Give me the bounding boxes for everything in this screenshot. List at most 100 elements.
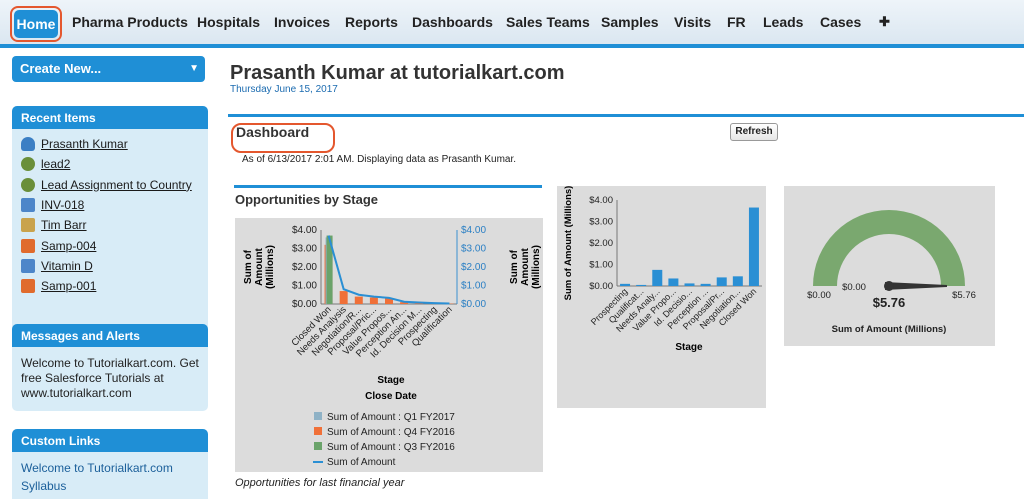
- y-tick-label: $1.00: [292, 281, 317, 292]
- lead-icon: [21, 177, 35, 192]
- tab-visits[interactable]: Visits: [674, 14, 711, 30]
- contact-icon: [21, 218, 35, 233]
- legend-label: Sum of Amount : Q1 FY2017: [327, 412, 455, 423]
- recent-item-link[interactable]: Samp-001: [41, 279, 96, 293]
- component-title: Opportunities by Stage: [235, 192, 379, 207]
- recent-items-title: Recent Items: [12, 106, 208, 129]
- chart-bar: [732, 276, 743, 286]
- y-tick-label: $4.00: [589, 195, 613, 206]
- chart-bar: [369, 297, 378, 304]
- stage-bar-chart[interactable]: $4.00 $3.00 $2.00 $1.00 $0.00 Sum of Amount (…: [557, 186, 766, 408]
- divider: [228, 114, 1024, 117]
- custom-links-title: Custom Links: [12, 429, 208, 452]
- product-icon: [21, 258, 35, 273]
- tab-sales-teams[interactable]: Sales Teams: [506, 14, 590, 30]
- recent-item-link[interactable]: Samp-004: [41, 239, 96, 253]
- y-axis-label: Amount: [254, 247, 265, 285]
- gauge-min-label: $0.00: [807, 290, 831, 301]
- legend-swatch: [314, 427, 322, 435]
- gauge-value: $5.76: [873, 295, 906, 310]
- opportunities-chart[interactable]: $4.00 $4.00 $3.00 $3.00 $2.00 $2.00 $1.00 $1.00…: [235, 218, 543, 472]
- x-axis-label: Stage: [377, 375, 405, 386]
- y2-tick-label: $0.00: [461, 299, 486, 310]
- legend-label: Sum of Amount: [327, 457, 396, 468]
- gauge-chart[interactable]: $0.00 $0.00 $5.76 $5.76 Sum of Amount (Milli…: [784, 186, 995, 346]
- tab-dashboards[interactable]: Dashboards: [412, 14, 493, 30]
- bar-chart: $4.00 $3.00 $2.00 $1.00 $0.00 Sum of Amount (…: [563, 186, 762, 353]
- sample-icon: [21, 279, 35, 294]
- tab-bar: Home Pharma Products Hospitals Invoices …: [0, 0, 1024, 48]
- recent-item-link[interactable]: Lead Assignment to Country: [41, 178, 192, 192]
- tab-cases[interactable]: Cases: [820, 14, 861, 30]
- person-icon: [21, 137, 35, 152]
- chart-bar: [652, 269, 663, 286]
- recent-item-link[interactable]: Prasanth Kumar: [41, 137, 128, 151]
- chart-bar: [354, 296, 363, 304]
- chart-bar: [339, 291, 348, 304]
- y-axis-label: Sum of Amount (Millions): [563, 186, 574, 300]
- highlight-ring: [231, 123, 335, 153]
- recent-item-link[interactable]: Vitamin D: [41, 259, 93, 273]
- y2-tick-label: $3.00: [461, 244, 486, 255]
- y-axis-label: Sum of: [243, 249, 254, 284]
- x-axis-label: Stage: [675, 342, 703, 353]
- y-tick-label: $0.00: [589, 281, 613, 292]
- tab-hospitals[interactable]: Hospitals: [197, 14, 260, 30]
- legend-label: Sum of Amount : Q3 FY2016: [327, 442, 455, 453]
- tab-home[interactable]: Home: [10, 6, 62, 42]
- messages-panel: Messages and Alerts Welcome to Tutorialk…: [12, 324, 208, 411]
- gauge-needle: [885, 282, 947, 290]
- gauge-max-label: $5.76: [952, 290, 976, 301]
- list-item: INV-018: [21, 195, 199, 215]
- recent-items-panel: Recent Items Prasanth Kumar lead2 Lead A…: [12, 106, 208, 350]
- lead-icon: [21, 157, 35, 172]
- refresh-button[interactable]: Refresh: [730, 123, 778, 141]
- tab-invoices[interactable]: Invoices: [274, 14, 330, 30]
- page-title: Prasanth Kumar at tutorialkart.com: [230, 62, 565, 84]
- combo-chart: $4.00 $4.00 $3.00 $3.00 $2.00 $2.00 $1.00 $1.00…: [243, 225, 542, 468]
- chart-bar: [620, 283, 631, 286]
- create-new-label: Create New...: [20, 61, 102, 76]
- list-item: lead2: [21, 154, 199, 174]
- tab-pharma-products[interactable]: Pharma Products: [72, 14, 188, 30]
- y2-axis-label: (Millions): [531, 245, 542, 289]
- tab-leads[interactable]: Leads: [763, 14, 803, 30]
- legend-swatch: [314, 442, 322, 450]
- chart-bar: [748, 207, 759, 286]
- gauge-hub: [884, 281, 894, 291]
- sidebar: Create New... ▼ Recent Items Prasanth Ku…: [0, 48, 218, 499]
- gauge-needle-label: $0.00: [842, 282, 866, 293]
- y-tick-label: $4.00: [292, 225, 317, 236]
- x-axis-label-2: Close Date: [365, 391, 417, 402]
- y2-tick-label: $4.00: [461, 225, 486, 236]
- messages-title: Messages and Alerts: [12, 324, 208, 347]
- gauge-caption: Sum of Amount (Millions): [832, 324, 947, 335]
- list-item: Vitamin D: [21, 256, 199, 276]
- tab-fr[interactable]: FR: [727, 14, 746, 30]
- chart-bar: [700, 283, 711, 286]
- chart-bar: [684, 283, 695, 286]
- recent-item-link[interactable]: lead2: [41, 157, 70, 171]
- chevron-down-icon: ▼: [189, 63, 199, 74]
- y2-tick-label: $2.00: [461, 262, 486, 273]
- custom-link[interactable]: Syllabus: [21, 477, 199, 495]
- gauge: $0.00 $0.00 $5.76 $5.76 Sum of Amount (Milli…: [807, 210, 976, 335]
- add-tab-icon[interactable]: ✚: [879, 14, 890, 30]
- tab-reports[interactable]: Reports: [345, 14, 398, 30]
- create-new-button[interactable]: Create New... ▼: [12, 56, 205, 82]
- list-item: Samp-004: [21, 235, 199, 255]
- recent-item-link[interactable]: Tim Barr: [41, 218, 87, 232]
- y-tick-label: $1.00: [589, 260, 613, 271]
- y2-axis-label: Sum of: [509, 249, 520, 284]
- y-tick-label: $2.00: [292, 262, 317, 273]
- messages-text: Welcome to Tutorialkart.com. Get free Sa…: [21, 356, 199, 400]
- y-tick-label: $2.00: [589, 238, 613, 249]
- y2-tick-label: $1.00: [461, 281, 486, 292]
- divider: [234, 185, 542, 188]
- custom-links-panel: Custom Links Welcome to Tutorialkart.com…: [12, 429, 208, 499]
- tab-samples[interactable]: Samples: [601, 14, 659, 30]
- recent-item-link[interactable]: INV-018: [41, 198, 84, 212]
- custom-link[interactable]: Welcome to Tutorialkart.com: [21, 459, 199, 477]
- y2-axis-label: Amount: [520, 247, 531, 285]
- list-item: Lead Assignment to Country: [21, 175, 199, 195]
